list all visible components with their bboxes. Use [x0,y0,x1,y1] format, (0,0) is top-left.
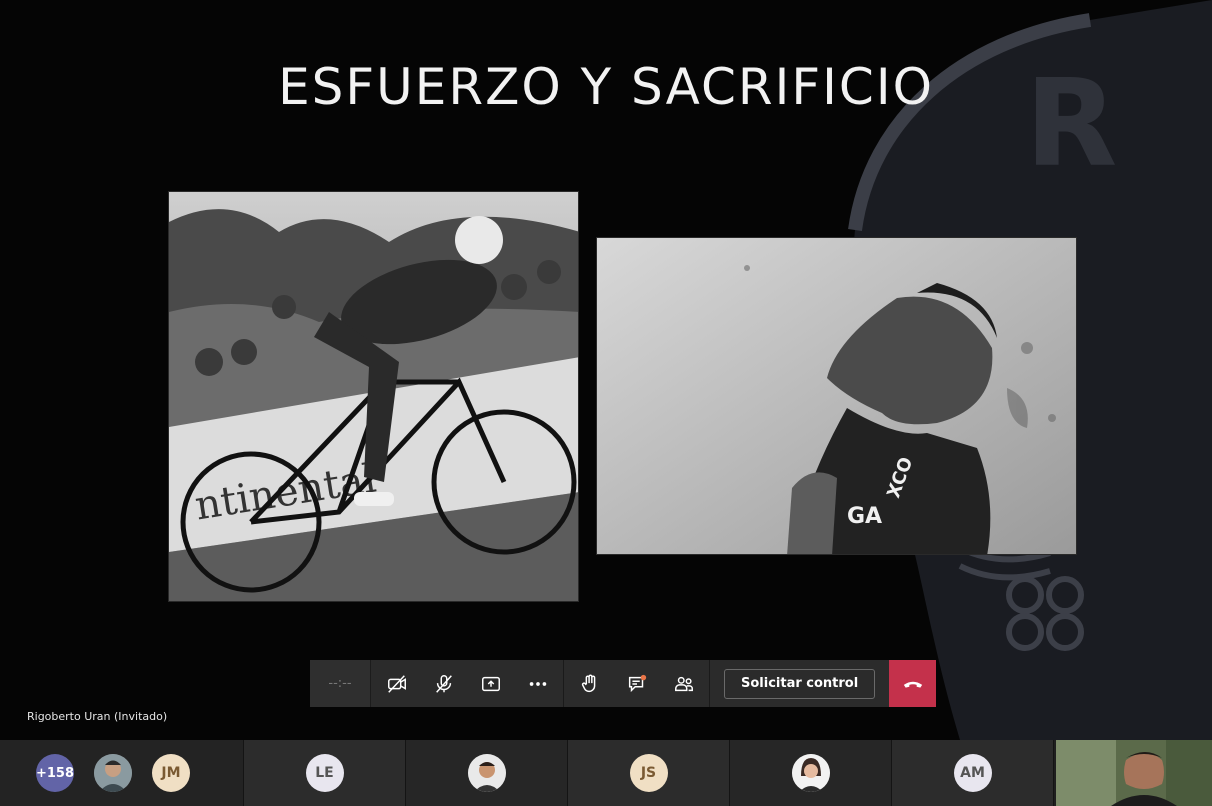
request-control-button[interactable]: Solicitar control [724,668,876,699]
people-icon [674,676,693,691]
slide-title: ESFUERZO Y SACRIFICIO [278,58,934,116]
share-tray-icon [481,676,500,691]
cyclist-climbing-photo: ntinental [168,191,579,602]
chat-button[interactable] [613,660,660,707]
self-view-video [1056,740,1212,806]
participant-tile[interactable] [406,740,568,806]
participant-tile-group[interactable]: +158 JM [0,740,244,806]
presenter-name-label: Rigoberto Uran (Invitado) [27,710,168,723]
more-options-button[interactable] [514,660,561,707]
call-toolbar: --:-- Solicitar control [310,660,937,707]
more-participants-badge[interactable]: +158 [36,754,74,792]
avatar [791,754,830,792]
exhausted-rider-photo: GA XCO [596,237,1077,555]
participant-tile[interactable]: AM [892,740,1054,806]
participant-tile[interactable]: JS [568,740,730,806]
call-timer: --:-- [310,660,371,707]
participants-button[interactable] [660,660,707,707]
avatar: AM [953,754,992,792]
chat-icon [628,674,646,692]
participant-tile[interactable]: LE [244,740,406,806]
mic-off-button[interactable] [420,660,467,707]
ellipsis-icon [529,681,546,686]
avatar [94,754,132,792]
request-control-area: Solicitar control [710,660,890,707]
avatar [467,754,506,792]
avatar: LE [305,754,344,792]
camera-off-button[interactable] [373,660,420,707]
avatar: JS [629,754,668,792]
svg-text:GA: GA [847,504,882,529]
hand-icon [581,674,595,692]
share-screen-button[interactable] [467,660,514,707]
hang-up-button[interactable] [889,660,937,707]
shared-content-stage: R ESFUERZO Y SACRIFICIO ntinental GA XCO [0,0,1212,740]
raise-hand-button[interactable] [566,660,613,707]
toolbar-controls [371,660,563,707]
avatar: JM [152,754,190,792]
toolbar-controls-secondary [564,660,709,707]
participants-strip: +158 JM LE JS AM [0,740,1212,806]
camera-off-icon [387,674,406,693]
phone-hangup-icon [903,681,922,688]
participant-tile[interactable] [730,740,892,806]
mic-off-icon [435,674,452,693]
